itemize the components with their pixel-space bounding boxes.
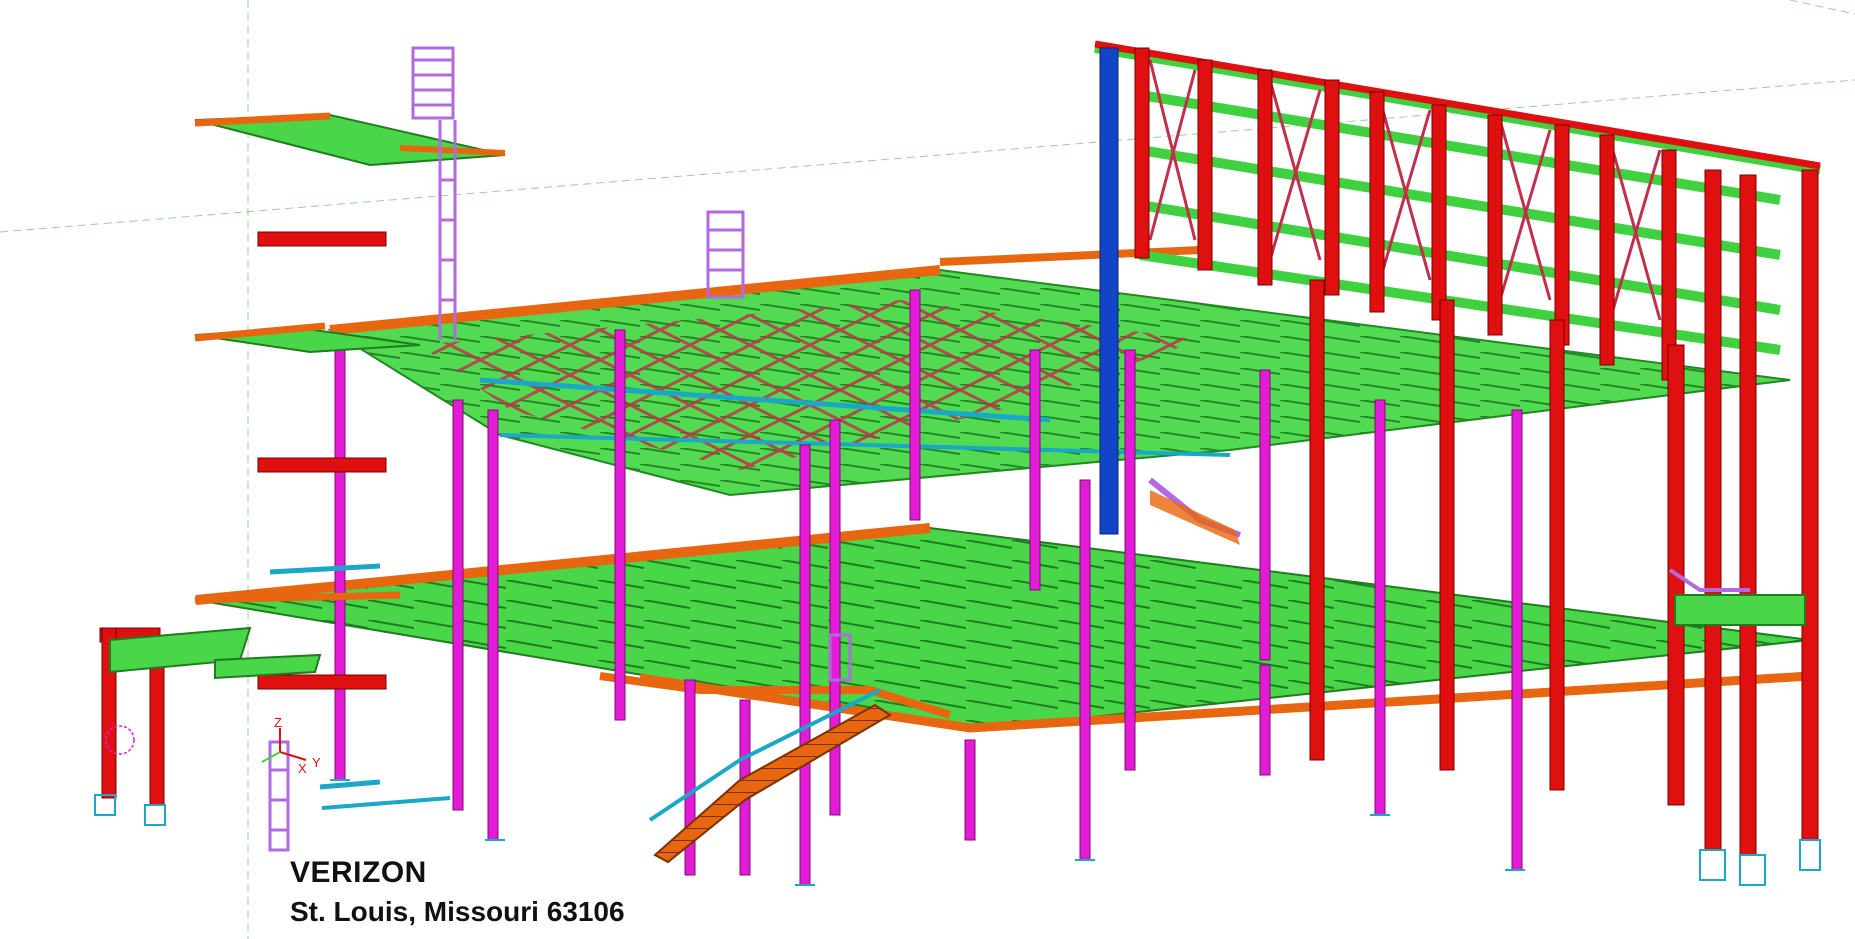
axis-label-x: X [298,761,307,776]
axis-label-z: Z [274,715,282,730]
upper-floor-deck[interactable] [326,246,1791,497]
lower-floor-deck[interactable] [195,523,1811,733]
structural-model-viewport[interactable]: Z X Y [0,0,1855,939]
blue-column[interactable] [1099,47,1119,535]
project-address: St. Louis, Missouri 63106 [290,896,625,927]
axis-label-y: Y [312,755,321,770]
project-title: VERIZON [290,856,427,889]
